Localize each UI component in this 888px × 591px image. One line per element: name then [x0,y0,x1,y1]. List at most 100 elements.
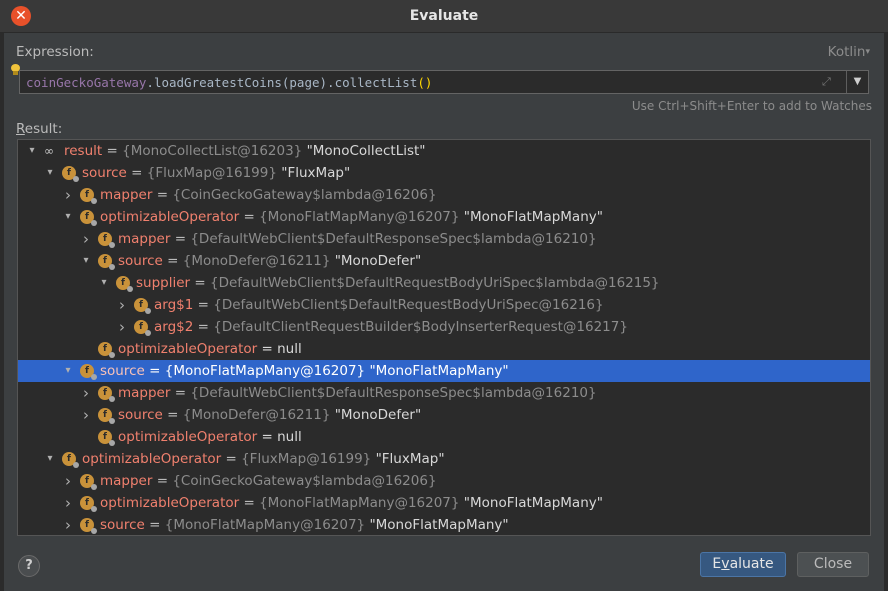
chevron-down-icon[interactable]: ▾ [44,162,56,184]
field-value: "MonoCollectList" [306,143,426,159]
chevron-right-icon[interactable]: › [62,470,74,492]
tree-row[interactable]: f optimizableOperator = null [18,426,870,448]
field-name: supplier [136,275,191,291]
history-dropdown-button[interactable]: ▼ [846,71,868,93]
expression-label: Expression: [16,44,94,60]
tree-row[interactable]: › f source = {MonoFlatMapMany@16207} "Mono… [18,514,870,535]
tree-row[interactable]: ▾ ∞ result = {MonoCollectList@16203} "Mono… [18,140,870,162]
tree-row[interactable]: ▾ f optimizableOperator = {FluxMap@16199} … [18,448,870,470]
tree-row[interactable]: › f arg$1 = {DefaultWebClient$DefaultReque… [18,294,870,316]
tree-row-text: source = {MonoDefer@16211} "MonoDefer" [118,407,422,423]
chevron-down-icon[interactable]: ▾ [98,272,110,294]
field-icon: f [80,474,97,490]
chevron-right-icon[interactable]: › [116,316,128,338]
tree-row[interactable]: › f mapper = {CoinGeckoGateway$lambda@1620… [18,470,870,492]
tree-row-text: optimizableOperator = {MonoFlatMapMany@1… [100,495,603,511]
tree-row[interactable]: › f mapper = {DefaultWebClient$DefaultResp… [18,228,870,250]
field-icon: f [80,364,97,380]
expression-text[interactable]: coinGeckoGateway.loadGreatestCoins(page)… [26,75,432,90]
language-selector[interactable]: Kotlin▾ [828,44,870,60]
field-type: {DefaultWebClient$DefaultResponseSpec$la… [190,385,597,401]
chevron-right-icon[interactable]: › [62,514,74,535]
tree-row-text: arg$2 = {DefaultClientRequestBuilder$Bod… [154,319,628,335]
field-name: source [100,363,145,379]
tree-row-text: source = {MonoFlatMapMany@16207} "MonoFl… [100,363,509,379]
field-icon: f [134,320,151,336]
tree-row[interactable]: › f mapper = {CoinGeckoGateway$lambda@1620… [18,184,870,206]
chevron-right-icon[interactable]: › [80,404,92,426]
window-title: Evaluate [409,8,479,24]
result-tree[interactable]: ▾ ∞ result = {MonoCollectList@16203} "Mono… [17,139,871,536]
field-type: {CoinGeckoGateway$lambda@16206} [172,187,437,203]
field-name: source [118,407,163,423]
field-name: mapper [100,473,153,489]
chevron-right-icon[interactable]: › [116,294,128,316]
field-name: source [100,517,145,533]
field-value: "MonoDefer" [334,253,422,269]
field-icon: f [98,408,115,424]
field-value: "FluxMap" [375,451,445,467]
field-type: {DefaultWebClient$DefaultRequestBodyUriS… [210,275,660,291]
tree-row[interactable]: ▾ f source = {MonoFlatMapMany@16207} "Mono… [18,360,870,382]
chevron-down-icon[interactable]: ▾ [80,250,92,272]
field-type: {MonoDefer@16211} [182,407,331,423]
chevron-down-icon[interactable]: ▾ [26,140,38,162]
field-name: mapper [118,231,171,247]
evaluate-button[interactable]: Evaluate [700,552,786,577]
field-name: source [118,253,163,269]
field-icon: f [80,210,97,226]
chevron-down-icon[interactable]: ▾ [62,206,74,228]
field-value: = null [261,341,302,357]
field-icon: f [62,166,79,182]
language-label: Kotlin [827,44,866,60]
field-icon: f [116,276,133,292]
field-type: {FluxMap@16199} [241,451,372,467]
close-button[interactable]: Close [797,552,869,577]
tree-row-text: mapper = {DefaultWebClient$DefaultRespon… [118,231,597,247]
field-value: "MonoFlatMapMany" [463,209,603,225]
field-name: arg$1 [154,297,194,313]
field-name: source [82,165,127,181]
field-name: mapper [118,385,171,401]
expression-input[interactable]: coinGeckoGateway.loadGreatestCoins(page)… [19,70,869,94]
field-name: optimizableOperator [100,495,240,511]
tree-row[interactable]: › f arg$2 = {DefaultClientRequestBuilder$B… [18,316,870,338]
field-icon: f [98,430,115,446]
chevron-right-icon[interactable]: › [80,382,92,404]
field-name: optimizableOperator [82,451,222,467]
tree-row[interactable]: › f mapper = {DefaultWebClient$DefaultResp… [18,382,870,404]
field-name: arg$2 [154,319,194,335]
chevron-down-icon[interactable]: ▾ [62,360,74,382]
expand-icon[interactable]: ⤢ [822,76,834,88]
expression-parens: () [417,75,433,90]
field-name: optimizableOperator [118,341,258,357]
field-icon: f [98,342,115,358]
chevron-right-icon[interactable]: › [62,492,74,514]
chevron-right-icon[interactable]: › [80,228,92,250]
chevron-down-icon: ▾ [865,47,870,57]
tree-row[interactable]: ▾ f source = {MonoDefer@16211} "MonoDefer" [18,250,870,272]
tree-row[interactable]: f optimizableOperator = null [18,338,870,360]
title-bar: ✕ Evaluate [0,0,888,33]
expression-receiver: coinGeckoGateway [26,75,147,90]
tree-row-text: optimizableOperator = null [118,426,302,448]
chevron-right-icon[interactable]: › [62,184,74,206]
chevron-down-icon[interactable]: ▾ [44,448,56,470]
watch-glasses-icon: ∞ [44,144,54,158]
tree-row-text: arg$1 = {DefaultWebClient$DefaultRequest… [154,297,604,313]
tree-row[interactable]: ▾ f optimizableOperator = {MonoFlatMapMany… [18,206,870,228]
tree-row[interactable]: ▾ f source = {FluxMap@16199} "FluxMap" [18,162,870,184]
field-type: {FluxMap@16199} [146,165,277,181]
tree-row[interactable]: › f optimizableOperator = {MonoFlatMapMany… [18,492,870,514]
tree-row-text: optimizableOperator = {MonoFlatMapMany@1… [100,209,603,225]
field-icon: f [98,386,115,402]
watches-hint: Use Ctrl+Shift+Enter to add to Watches [631,99,872,113]
field-value: "MonoFlatMapMany" [369,363,509,379]
tree-row-text: source = {FluxMap@16199} "FluxMap" [82,165,351,181]
help-button[interactable]: ? [18,555,40,577]
tree-row[interactable]: ▾ f supplier = {DefaultWebClient$DefaultRe… [18,272,870,294]
field-icon: f [98,232,115,248]
evaluate-dialog: Expression: Kotlin▾ coinGeckoGateway.loa… [4,33,884,591]
tree-row[interactable]: › f source = {MonoDefer@16211} "MonoDefer" [18,404,870,426]
field-type: {MonoFlatMapMany@16207} [164,363,366,379]
